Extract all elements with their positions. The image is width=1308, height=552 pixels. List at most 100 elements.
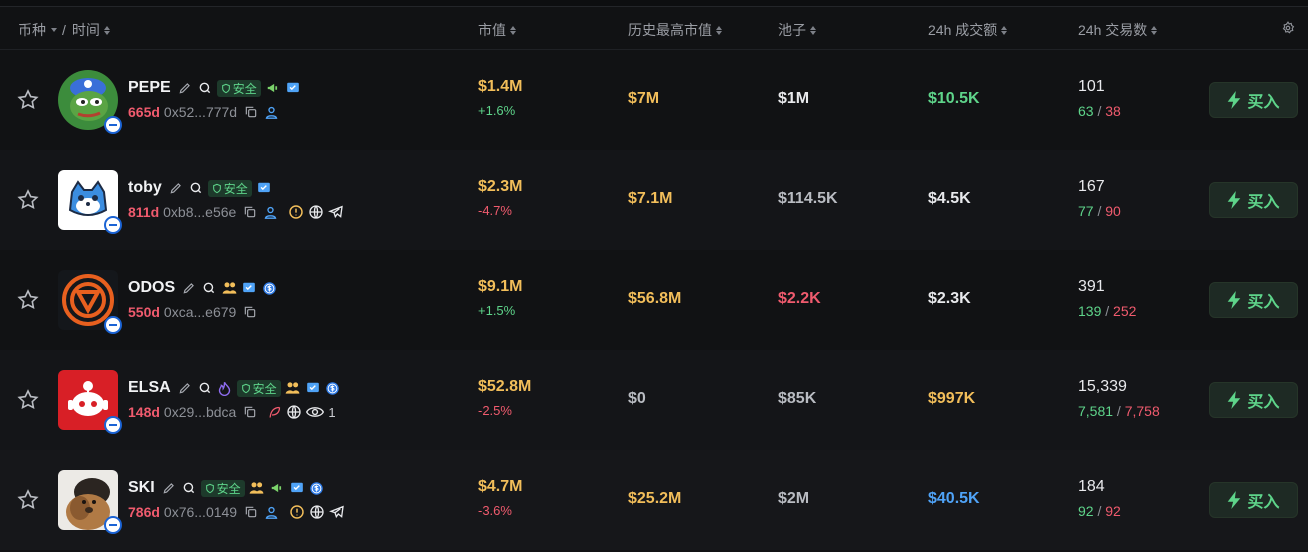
buy-label: 买入 — [1247, 194, 1280, 211]
search-icon[interactable] — [197, 380, 213, 396]
sort-icon — [103, 25, 110, 35]
header-ath[interactable]: 历史最高市值 — [628, 20, 722, 40]
header-txns[interactable]: 24h 交易数 — [1078, 20, 1158, 40]
warning-icon[interactable] — [288, 204, 304, 220]
chain-badge-icon — [104, 216, 122, 234]
volume-24h: $40.5K — [928, 490, 980, 507]
table-row[interactable]: toby 安全 811d 0xb8...e56e $2.3M -4.7% $7.… — [0, 150, 1308, 250]
buy-button[interactable]: 买入 — [1209, 482, 1298, 518]
table-row[interactable]: ELSA 安全 148d 0x29...bdca 1 $52.8M -2.5% … — [0, 350, 1308, 450]
feather-icon[interactable] — [266, 404, 282, 420]
token-avatar[interactable] — [58, 70, 122, 134]
token-name[interactable]: ELSA — [128, 379, 171, 397]
eye-icon[interactable] — [306, 404, 325, 420]
buy-button[interactable]: 买入 — [1209, 182, 1298, 218]
market-cap: $9.1M — [478, 278, 523, 295]
star-icon[interactable] — [16, 488, 40, 512]
lightning-icon — [1228, 91, 1241, 109]
ath-market-cap: $0 — [628, 390, 646, 407]
header-time-label: 时间 — [71, 22, 100, 38]
header-volume-label: 24h 成交额 — [928, 22, 998, 38]
token-address: 0x29...bdca — [163, 404, 237, 420]
search-icon[interactable] — [181, 480, 197, 496]
verified-chat-icon — [241, 280, 257, 296]
buy-count: 77 — [1078, 203, 1094, 219]
telegram-icon[interactable] — [328, 204, 344, 220]
token-name[interactable]: PEPE — [128, 79, 171, 97]
buy-label: 买入 — [1247, 494, 1280, 511]
dollar-coin-icon — [325, 380, 341, 396]
edit-icon[interactable] — [161, 480, 177, 496]
safe-badge: 安全 — [207, 179, 252, 197]
safe-badge: 安全 — [236, 379, 281, 397]
user-icon[interactable] — [263, 504, 279, 520]
token-name[interactable]: toby — [128, 179, 162, 197]
edit-icon[interactable] — [177, 380, 193, 396]
token-address: 0x52...777d — [163, 104, 238, 120]
header-pool-label: 池子 — [778, 22, 806, 38]
buy-sell-count: 92 / 92 — [1078, 503, 1121, 519]
pool-value: $1M — [778, 90, 810, 107]
star-icon[interactable] — [16, 388, 40, 412]
pool-value: $85K — [778, 390, 817, 407]
safe-badge: 安全 — [216, 79, 261, 97]
buy-button[interactable]: 买入 — [1209, 82, 1298, 118]
copy-icon[interactable] — [242, 404, 258, 420]
telegram-icon[interactable] — [329, 504, 345, 520]
token-address: 0xca...e679 — [163, 304, 237, 320]
flame-icon — [217, 380, 233, 396]
token-age: 665d — [128, 104, 160, 120]
header-token-time[interactable]: 币种 / 时间 — [18, 20, 110, 40]
header-mcap[interactable]: 市值 — [478, 20, 516, 40]
gear-icon[interactable] — [1281, 21, 1295, 35]
user-icon[interactable] — [263, 104, 279, 120]
volume-24h: $997K — [928, 390, 976, 407]
globe-icon[interactable] — [286, 404, 302, 420]
edit-icon[interactable] — [168, 180, 184, 196]
token-name[interactable]: ODOS — [128, 279, 175, 297]
star-icon[interactable] — [16, 288, 40, 312]
globe-icon[interactable] — [308, 204, 324, 220]
buy-button[interactable]: 买入 — [1209, 282, 1298, 318]
edit-icon[interactable] — [177, 80, 193, 96]
token-avatar[interactable] — [58, 170, 122, 234]
token-age: 811d — [128, 204, 160, 220]
table-row[interactable]: ODOS 550d 0xca...e679 $9.1M +1.5% $56.8M… — [0, 250, 1308, 350]
search-icon[interactable] — [197, 80, 213, 96]
chevron-down-icon — [51, 28, 57, 32]
volume-24h: $4.5K — [928, 190, 971, 207]
search-icon[interactable] — [188, 180, 204, 196]
table-row[interactable]: SKI 安全 786d 0x76...0149 $4.7M -3.6% $25.… — [0, 450, 1308, 550]
header-pool[interactable]: 池子 — [778, 20, 816, 40]
buy-button[interactable]: 买入 — [1209, 382, 1298, 418]
token-name[interactable]: SKI — [128, 479, 155, 497]
copy-icon[interactable] — [242, 204, 258, 220]
user-icon[interactable] — [262, 204, 278, 220]
star-icon[interactable] — [16, 88, 40, 112]
market-cap: $4.7M — [478, 478, 523, 495]
search-icon[interactable] — [201, 280, 217, 296]
star-icon[interactable] — [16, 188, 40, 212]
token-avatar[interactable] — [58, 270, 122, 334]
chain-badge-icon — [104, 316, 122, 334]
buy-count: 7,581 — [1078, 403, 1114, 419]
edit-icon[interactable] — [181, 280, 197, 296]
token-avatar[interactable] — [58, 470, 122, 534]
price-change: -4.7% — [478, 203, 512, 218]
header-volume[interactable]: 24h 成交额 — [928, 20, 1008, 40]
sell-count: 38 — [1105, 103, 1121, 119]
safe-label: 安全 — [232, 81, 257, 96]
table-row[interactable]: PEPE 安全 665d 0x52...777d $1.4M +1.6% $7M… — [0, 50, 1308, 150]
token-avatar[interactable] — [58, 370, 122, 434]
buy-label: 买入 — [1247, 294, 1280, 311]
market-cap: $2.3M — [478, 178, 523, 195]
token-address: 0x76...0149 — [163, 504, 238, 520]
globe-icon[interactable] — [309, 504, 325, 520]
warning-icon[interactable] — [289, 504, 305, 520]
copy-icon[interactable] — [243, 504, 259, 520]
copy-icon[interactable] — [242, 304, 258, 320]
ath-market-cap: $56.8M — [628, 290, 682, 307]
sell-count: 7,758 — [1124, 403, 1160, 419]
copy-icon[interactable] — [243, 104, 259, 120]
txns-24h: 101 — [1078, 78, 1105, 95]
